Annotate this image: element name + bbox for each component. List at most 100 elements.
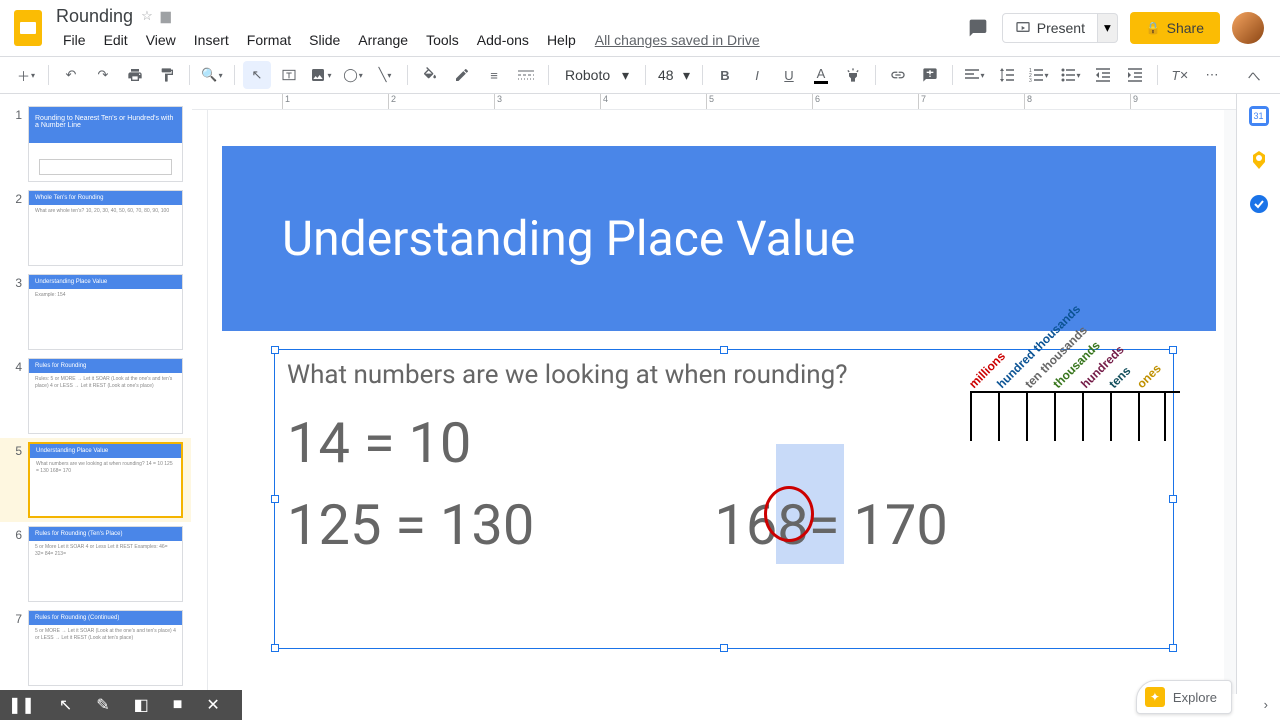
lock-icon: 🔒: [1146, 21, 1161, 35]
indent-decrease-button[interactable]: [1089, 61, 1117, 89]
clear-format-button[interactable]: T✕: [1166, 61, 1194, 89]
resize-handle-br[interactable]: [1169, 644, 1177, 652]
menu-addons[interactable]: Add-ons: [470, 30, 536, 50]
shape-tool[interactable]: ◯▾: [339, 61, 367, 89]
share-button[interactable]: 🔒 Share: [1130, 12, 1220, 44]
place-value-box: [1110, 393, 1138, 441]
close-recording-button[interactable]: ✕: [206, 695, 219, 715]
slide-number: 1: [8, 106, 22, 182]
account-avatar[interactable]: [1232, 12, 1264, 44]
present-dropdown[interactable]: ▾: [1098, 13, 1118, 43]
menu-file[interactable]: File: [56, 30, 93, 50]
side-panel-toggle[interactable]: ›: [1264, 697, 1268, 712]
star-icon[interactable]: ☆: [141, 8, 153, 24]
paint-format-button[interactable]: [153, 61, 181, 89]
slide-number: 4: [8, 358, 22, 434]
explore-button[interactable]: ✦ Explore: [1136, 680, 1232, 714]
place-value-chart[interactable]: millionshundred thousandsten thousandsth…: [970, 331, 1180, 451]
present-label: Present: [1037, 20, 1085, 36]
slide-number: 5: [8, 442, 22, 518]
border-dash-button[interactable]: [512, 61, 540, 89]
bullet-list-button[interactable]: ▾: [1057, 61, 1085, 89]
save-status[interactable]: All changes saved in Drive: [595, 32, 760, 48]
pen-button[interactable]: ✎: [96, 695, 109, 715]
slide-thumb-2[interactable]: 2Whole Ten's for RoundingWhat are whole …: [0, 186, 191, 270]
pause-button[interactable]: ❚❚: [8, 695, 35, 715]
select-tool[interactable]: ↖: [243, 61, 271, 89]
zoom-button[interactable]: 🔍▾: [198, 61, 226, 89]
resize-handle-tl[interactable]: [271, 346, 279, 354]
more-tools-button[interactable]: ⋯: [1198, 61, 1226, 89]
align-button[interactable]: ▾: [961, 61, 989, 89]
font-family-select[interactable]: Roboto▾: [557, 63, 637, 88]
horizontal-ruler[interactable]: 123456789: [192, 94, 1236, 110]
filmstrip[interactable]: 1Rounding to Nearest Ten's or Hundred's …: [0, 94, 192, 694]
border-weight-button[interactable]: ≡: [480, 61, 508, 89]
numbered-list-button[interactable]: 123▾: [1025, 61, 1053, 89]
menu-tools[interactable]: Tools: [419, 30, 466, 50]
text-color-button[interactable]: A: [807, 61, 835, 89]
slide-thumb-4[interactable]: 4Rules for RoundingRules: 5 or MORE → Le…: [0, 354, 191, 438]
svg-text:3: 3: [1029, 78, 1032, 82]
textbox-tool[interactable]: [275, 61, 303, 89]
camera-button[interactable]: ■: [173, 696, 183, 714]
eraser-button[interactable]: ◧: [134, 695, 149, 715]
menu-insert[interactable]: Insert: [187, 30, 236, 50]
vertical-ruler[interactable]: [192, 110, 208, 694]
resize-handle-ml[interactable]: [271, 495, 279, 503]
redo-button[interactable]: ↷: [89, 61, 117, 89]
slide-thumb-7[interactable]: 7Rules for Rounding (Continued)5 or MORE…: [0, 606, 191, 690]
fill-color-button[interactable]: [416, 61, 444, 89]
tasks-icon[interactable]: [1249, 194, 1269, 214]
slide-canvas[interactable]: Understanding Place Value What numbers a: [222, 146, 1216, 694]
canvas-area[interactable]: 123456789 Understanding Place Value: [192, 94, 1236, 694]
highlight-button[interactable]: [839, 61, 867, 89]
resize-handle-bm[interactable]: [720, 644, 728, 652]
doc-title[interactable]: Rounding: [56, 6, 133, 27]
menu-view[interactable]: View: [139, 30, 183, 50]
image-tool[interactable]: ▾: [307, 61, 335, 89]
share-label: Share: [1167, 20, 1204, 36]
line-spacing-button[interactable]: [993, 61, 1021, 89]
italic-button[interactable]: I: [743, 61, 771, 89]
resize-handle-tm[interactable]: [720, 346, 728, 354]
slide-thumb-6[interactable]: 6Rules for Rounding (Ten's Place)5 or Mo…: [0, 522, 191, 606]
menu-bar: File Edit View Insert Format Slide Arran…: [56, 29, 966, 51]
collapse-toolbar-button[interactable]: へ: [1240, 61, 1268, 89]
slides-logo[interactable]: [8, 8, 48, 48]
place-value-box: [1138, 393, 1166, 441]
underline-button[interactable]: U: [775, 61, 803, 89]
menu-format[interactable]: Format: [240, 30, 298, 50]
undo-button[interactable]: ↶: [57, 61, 85, 89]
menu-help[interactable]: Help: [540, 30, 583, 50]
comments-icon[interactable]: [966, 16, 990, 40]
cursor-button[interactable]: ↖: [59, 695, 72, 715]
slide-thumb-1[interactable]: 1Rounding to Nearest Ten's or Hundred's …: [0, 102, 191, 186]
slide-title-area[interactable]: Understanding Place Value: [222, 146, 1216, 331]
menu-edit[interactable]: Edit: [97, 30, 135, 50]
side-panel: 31: [1236, 94, 1280, 694]
slide-thumb-3[interactable]: 3Understanding Place ValueExample: 154: [0, 270, 191, 354]
place-value-box: [998, 393, 1026, 441]
indent-increase-button[interactable]: [1121, 61, 1149, 89]
slide-title-text: Understanding Place Value: [282, 210, 855, 267]
new-slide-button[interactable]: ＋▾: [12, 61, 40, 89]
slide-thumb-5[interactable]: 5Understanding Place ValueWhat numbers a…: [0, 438, 191, 522]
menu-arrange[interactable]: Arrange: [351, 30, 415, 50]
resize-handle-bl[interactable]: [271, 644, 279, 652]
present-button[interactable]: Present: [1002, 13, 1098, 43]
border-color-button[interactable]: [448, 61, 476, 89]
calendar-icon[interactable]: 31: [1249, 106, 1269, 126]
font-size-select[interactable]: 48▾: [654, 63, 694, 88]
comment-button[interactable]: [916, 61, 944, 89]
move-folder-icon[interactable]: ▆: [161, 8, 171, 24]
link-button[interactable]: [884, 61, 912, 89]
line-tool[interactable]: ╲▾: [371, 61, 399, 89]
place-value-box: [1082, 393, 1110, 441]
keep-icon[interactable]: [1249, 150, 1269, 170]
place-value-label: ones: [1134, 361, 1164, 391]
menu-slide[interactable]: Slide: [302, 30, 347, 50]
print-button[interactable]: [121, 61, 149, 89]
resize-handle-mr[interactable]: [1169, 495, 1177, 503]
bold-button[interactable]: B: [711, 61, 739, 89]
